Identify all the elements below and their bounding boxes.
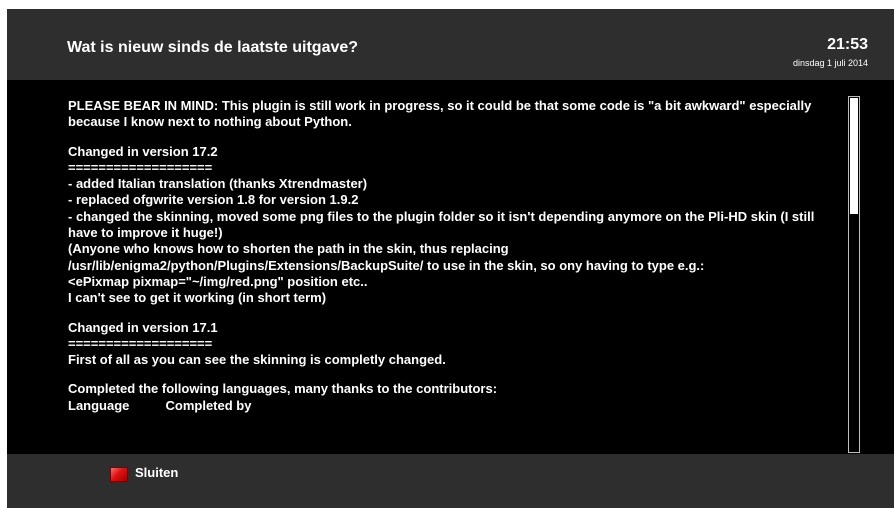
table-header: Language Completed by [68, 397, 252, 413]
changelog-line: - added Italian translation (thanks Xtre… [68, 176, 368, 192]
screen: Wat is nieuw sinds de laatste uitgave? 2… [7, 9, 894, 508]
changelog-line: <ePixmap pixmap="~/img/red.png" position… [68, 273, 368, 289]
heading-rule: =================== [68, 159, 213, 175]
page-title: Wat is nieuw sinds de laatste uitgave? [67, 39, 359, 56]
changelog-line: /usr/lib/enigma2/python/Plugins/Extensio… [68, 257, 705, 273]
close-button-label[interactable]: Sluiten [135, 465, 178, 480]
version-heading: Changed in version 17.1 [68, 319, 218, 335]
clock-time: 21:53 [827, 36, 868, 53]
changelog-line: - changed the skinning, moved some png f… [68, 208, 815, 241]
changelog-line: Completed the following languages, many … [68, 381, 498, 397]
version-heading: Changed in version 17.2 [68, 143, 218, 159]
scrollbar-thumb[interactable] [850, 98, 858, 214]
header-bar: Wat is nieuw sinds de laatste uitgave? 2… [7, 9, 894, 80]
changelog-line: - replaced ofgwrite version 1.8 for vers… [68, 192, 359, 208]
heading-rule: =================== [68, 335, 213, 351]
notice-text: PLEASE BEAR IN MIND: This plugin is stil… [68, 98, 812, 130]
changelog-line: First of all as you can see the skinning… [68, 352, 446, 368]
red-key-icon[interactable] [110, 467, 128, 482]
changelog-line: I can't see to get it working (in short … [68, 290, 327, 306]
clock-date: dinsdag 1 juli 2014 [792, 58, 868, 68]
changelog-line: (Anyone who knows how to shorten the pat… [68, 241, 509, 257]
changelog-text[interactable]: PLEASE BEAR IN MIND: This plugin is stil… [68, 98, 843, 452]
footer-bar: Sluiten [7, 454, 894, 508]
scrollbar[interactable] [848, 96, 860, 453]
